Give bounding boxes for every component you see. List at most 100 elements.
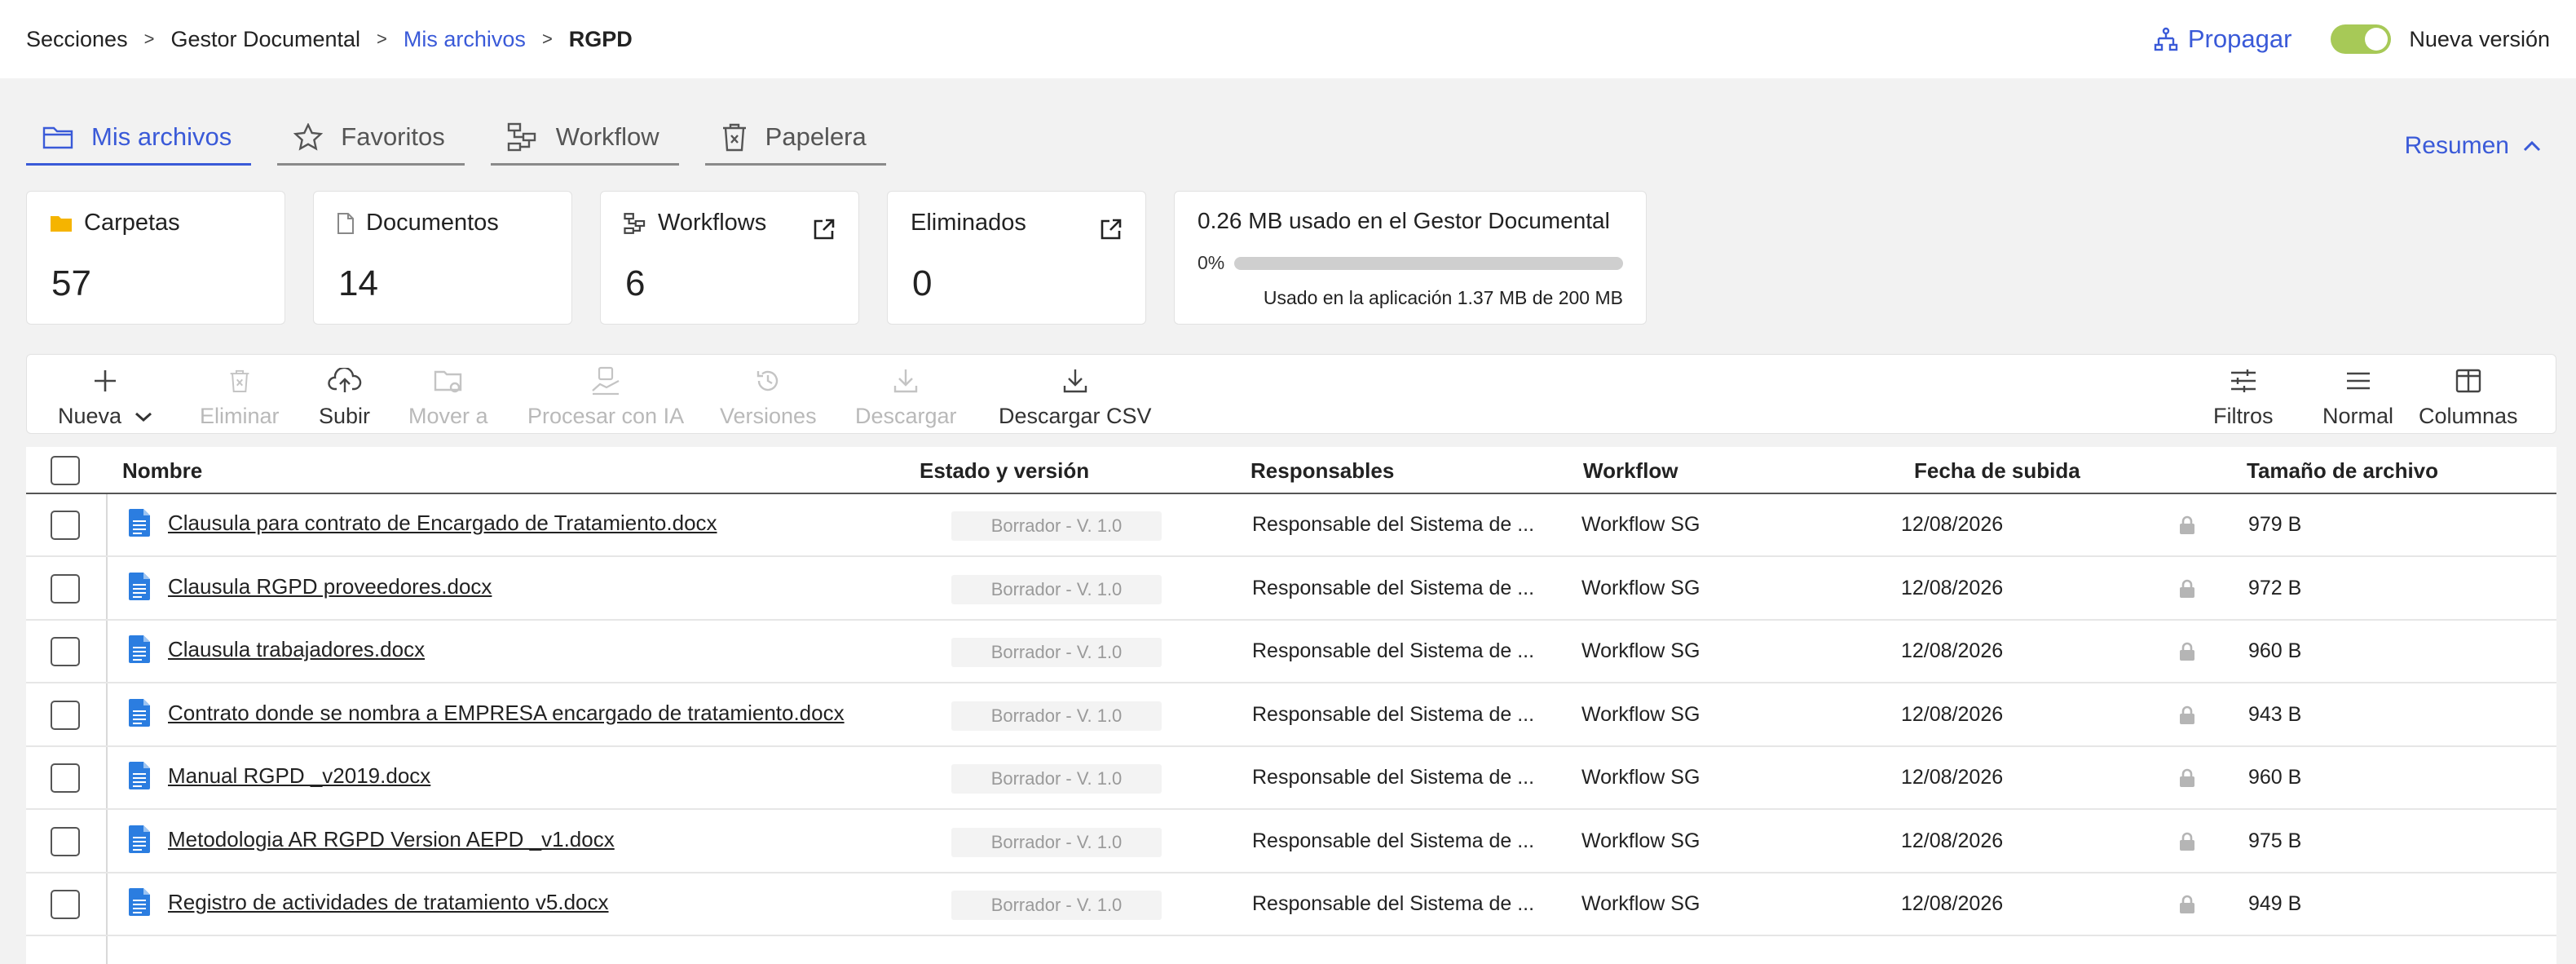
external-link-icon[interactable] (813, 218, 836, 241)
top-bar: Secciones > Gestor Documental > Mis arch… (0, 0, 2576, 78)
column-header-estado[interactable]: Estado y versión (920, 458, 1089, 484)
columns-icon (2455, 369, 2481, 393)
download-icon (1062, 368, 1088, 394)
row-checkbox[interactable] (51, 511, 80, 540)
responsable-cell: Responsable del Sistema de ... (1252, 829, 1535, 852)
card-workflows[interactable]: Workflows 6 (600, 191, 859, 325)
breadcrumb-mis-archivos[interactable]: Mis archivos (404, 27, 526, 52)
file-name-link[interactable]: Contrato donde se nombra a EMPRESA encar… (168, 701, 845, 726)
ai-icon (590, 366, 621, 396)
columnas-button[interactable]: Columnas (2419, 363, 2518, 429)
procesar-ia-button[interactable]: Procesar con IA (527, 363, 684, 429)
status-badge: Borrador - V. 1.0 (951, 574, 1162, 604)
storage-title: 0.26 MB usado en el Gestor Documental (1198, 208, 1610, 233)
card-label: Workflows (658, 210, 767, 236)
card-eliminados[interactable]: Eliminados 0 (887, 191, 1146, 325)
subir-button[interactable]: Subir (319, 363, 370, 429)
file-name-link[interactable]: Clausula RGPD proveedores.docx (168, 574, 492, 599)
tab-mis-archivos[interactable]: Mis archivos (26, 122, 252, 166)
size-cell: 960 B (2248, 766, 2302, 789)
descargar-label: Descargar (855, 404, 957, 428)
tab-label: Mis archivos (91, 122, 232, 151)
column-header-tamano[interactable]: Tamaño de archivo (2247, 458, 2438, 484)
mover-button[interactable]: Mover a (408, 363, 488, 429)
procesar-label: Procesar con IA (527, 404, 685, 428)
table-row[interactable]: Clausula para contrato de Encargado de T… (26, 494, 2556, 557)
folder-icon (50, 214, 84, 233)
resumen-toggle[interactable]: Resumen (2405, 132, 2542, 160)
row-checkbox[interactable] (51, 763, 80, 793)
tab-label: Workflow (555, 122, 659, 151)
table-row[interactable]: Metodologia AR RGPD Version AEPD _v1.doc… (26, 811, 2556, 873)
document-icon (337, 212, 366, 235)
normal-density-button[interactable]: Normal (2322, 363, 2393, 429)
status-badge: Borrador - V. 1.0 (951, 891, 1162, 920)
column-header-nombre[interactable]: Nombre (122, 458, 202, 484)
row-checkbox[interactable] (51, 826, 80, 856)
propagar-button[interactable]: Propagar (2154, 24, 2292, 54)
table-row[interactable]: Registro de actividades de tratamiento v… (26, 873, 2556, 936)
column-header-responsables[interactable]: Responsables (1251, 458, 1394, 484)
filtros-button[interactable]: Filtros (2213, 363, 2274, 429)
tab-workflow[interactable]: Workflow (490, 122, 679, 166)
table-row[interactable]: Clausula RGPD proveedores.docx Borrador -… (26, 558, 2556, 621)
folder-icon (42, 124, 91, 150)
workflow-cell: Workflow SG (1581, 639, 1700, 662)
word-document-icon (129, 698, 150, 727)
eliminar-button[interactable]: Eliminar (200, 363, 280, 429)
word-document-icon (129, 762, 150, 789)
responsable-cell: Responsable del Sistema de ... (1252, 892, 1535, 915)
descargar-button[interactable]: Descargar (855, 363, 957, 429)
row-checkbox[interactable] (51, 700, 80, 730)
workflow-cell: Workflow SG (1581, 513, 1700, 536)
files-table: Nombre Estado y versión Responsables Wor… (26, 447, 2556, 964)
table-row[interactable]: Contrato donde se nombra a EMPRESA encar… (26, 684, 2556, 747)
lock-icon (2179, 832, 2195, 851)
versiones-button[interactable]: Versiones (720, 363, 817, 429)
nueva-version-label: Nueva versión (2409, 26, 2550, 51)
workflow-cell: Workflow SG (1581, 576, 1700, 599)
file-name-link[interactable]: Clausula trabajadores.docx (168, 637, 425, 662)
nueva-button[interactable]: Nueva (58, 363, 152, 429)
column-header-workflow[interactable]: Workflow (1583, 458, 1678, 484)
table-row[interactable]: Manual RGPD _v2019.docx Borrador - V. 1.0… (26, 747, 2556, 810)
workflow-cell: Workflow SG (1581, 892, 1700, 915)
workflow-icon (624, 212, 658, 235)
columnas-label: Columnas (2419, 404, 2518, 428)
toggle-knob (2365, 28, 2389, 51)
breadcrumb-gestor-documental[interactable]: Gestor Documental (170, 27, 360, 52)
card-value: 57 (51, 263, 91, 303)
breadcrumb-secciones[interactable]: Secciones (26, 27, 128, 52)
tab-papelera[interactable]: Papelera (704, 122, 886, 166)
responsable-cell: Responsable del Sistema de ... (1252, 513, 1535, 536)
filtros-label: Filtros (2213, 404, 2274, 428)
status-badge: Borrador - V. 1.0 (951, 764, 1162, 794)
lock-icon (2179, 768, 2195, 788)
filter-sliders-icon (2230, 368, 2257, 394)
propagate-icon (2154, 27, 2188, 51)
row-checkbox[interactable] (51, 637, 80, 666)
file-name-link[interactable]: Registro de actividades de tratamiento v… (168, 890, 609, 915)
descargar-csv-button[interactable]: Descargar CSV (999, 363, 1152, 429)
table-row[interactable]: Clausula trabajadores.docx Borrador - V. … (26, 621, 2556, 683)
status-badge: Borrador - V. 1.0 (951, 638, 1162, 667)
word-document-icon (129, 572, 150, 600)
resumen-label: Resumen (2404, 132, 2509, 159)
file-name-link[interactable]: Clausula para contrato de Encargado de T… (168, 511, 717, 536)
row-checkbox[interactable] (51, 573, 80, 604)
external-link-icon[interactable] (1100, 218, 1123, 241)
file-name-link[interactable]: Metodologia AR RGPD Version AEPD _v1.doc… (168, 827, 615, 852)
nueva-version-toggle[interactable] (2331, 24, 2392, 54)
size-cell: 943 B (2248, 702, 2302, 726)
select-all-checkbox[interactable] (51, 456, 80, 485)
trash-icon (721, 122, 765, 152)
file-name-link[interactable]: Manual RGPD _v2019.docx (168, 763, 430, 789)
row-checkbox[interactable] (51, 890, 80, 919)
card-carpetas[interactable]: Carpetas 57 (26, 191, 285, 325)
versiones-label: Versiones (720, 404, 817, 428)
propagar-label: Propagar (2187, 24, 2292, 53)
column-header-fecha[interactable]: Fecha de subida (1914, 458, 2080, 484)
tab-favoritos[interactable]: Favoritos (277, 122, 465, 166)
card-documentos[interactable]: Documentos 14 (313, 191, 572, 325)
word-document-icon (129, 635, 150, 663)
